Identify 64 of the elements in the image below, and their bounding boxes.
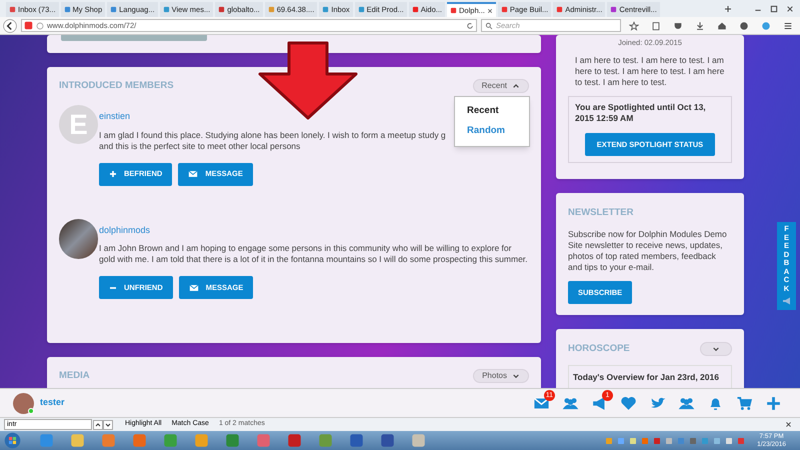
- tab-icon: [110, 6, 118, 13]
- bookmark-star-icon[interactable]: [629, 20, 639, 30]
- cart-icon[interactable]: [736, 394, 753, 412]
- envelope-icon: [188, 169, 198, 179]
- newsletter-text: Subscribe now for Dolphin Modules Demo Site newsletter to receive news, updates, photos of top rated members, feedback and tips to your e-mail.: [568, 229, 728, 274]
- about-text: I am here to test. I am here to test. I am here to test. I am here to test. I am here to test. I am here to test.: [574, 55, 726, 88]
- overview-title: Today's Overview for Jan 23rd, 2016: [573, 371, 720, 384]
- close-icon[interactable]: [785, 421, 792, 428]
- section-title: MEDIA: [59, 369, 90, 383]
- close-icon[interactable]: [486, 8, 493, 14]
- tab-icon: [412, 6, 419, 13]
- sort-option[interactable]: Recent: [455, 101, 529, 122]
- plus-icon: [109, 170, 117, 178]
- reload-icon[interactable]: [466, 22, 474, 30]
- app-icon[interactable]: [380, 433, 395, 448]
- avatar-photo-placeholder: [59, 218, 98, 258]
- chevron-up-icon[interactable]: [93, 420, 103, 430]
- download-icon[interactable]: [695, 20, 705, 30]
- tab-icon: [358, 6, 365, 13]
- clipboard-icon[interactable]: [651, 20, 661, 30]
- site-icon: [24, 21, 33, 30]
- sort-option[interactable]: Random: [455, 121, 529, 142]
- home-icon[interactable]: [717, 20, 727, 30]
- back-icon[interactable]: [3, 18, 17, 32]
- chevron-down-icon: [512, 372, 520, 380]
- maximize-icon[interactable]: [770, 5, 778, 13]
- chevron-up-icon: [512, 82, 520, 90]
- section-title: NEWSLETTER: [568, 206, 634, 220]
- member-intro: I am John Brown and I am hoping to engage some persons in this community who will be willing to explore for gold with me. I am told that there is a lot of it in the fontanna mountains so I will do some prospecting this summer.: [99, 243, 529, 265]
- plus-icon[interactable]: [765, 394, 782, 412]
- new-tab-icon[interactable]: [724, 5, 732, 13]
- app-icon[interactable]: [70, 433, 85, 448]
- tab-icon: [218, 6, 226, 13]
- member-intro: and this is the perfect site to meet other local persons: [99, 140, 300, 152]
- chevron-down-icon[interactable]: [103, 420, 113, 430]
- tab-icon: [322, 6, 330, 13]
- megaphone-icon: [780, 295, 792, 307]
- close-icon[interactable]: [786, 5, 794, 13]
- envelope-icon: [188, 282, 199, 292]
- tab-icon: [268, 6, 275, 13]
- app-icon[interactable]: [349, 433, 364, 448]
- tab-icon: [610, 6, 618, 13]
- search-icon: [485, 22, 493, 30]
- start-orb-icon[interactable]: [4, 432, 21, 449]
- media-filter-dropdown[interactable]: Photos: [473, 369, 529, 384]
- tab-icon: [9, 6, 16, 13]
- tab-icon: [64, 6, 71, 13]
- pocket-icon[interactable]: [673, 20, 683, 30]
- sort-dropdown[interactable]: Recent: [472, 79, 529, 93]
- tab-icon: [500, 6, 508, 13]
- avatar-photo-placeholder: [13, 392, 34, 414]
- tab-icon: [556, 6, 564, 13]
- menu-icon[interactable]: [783, 20, 793, 30]
- chevron-down-icon: [712, 345, 720, 354]
- tab-icon: [450, 7, 458, 14]
- app-icon[interactable]: [287, 433, 302, 448]
- app-icon[interactable]: [411, 433, 426, 448]
- heart-icon[interactable]: [620, 394, 637, 412]
- member-intro: I am glad I found this place. Studying alone has been lonely. I wish to form a meetup study g: [99, 130, 446, 140]
- app-icon[interactable]: [194, 433, 209, 448]
- spotlight-status: You are Spotlighted until Oct 13, 2015 12:59 AM: [575, 102, 707, 124]
- section-title: INTRODUCED MEMBERS: [59, 78, 174, 93]
- section-title: HOROSCOPE: [568, 342, 630, 356]
- tab-icon: [162, 6, 170, 13]
